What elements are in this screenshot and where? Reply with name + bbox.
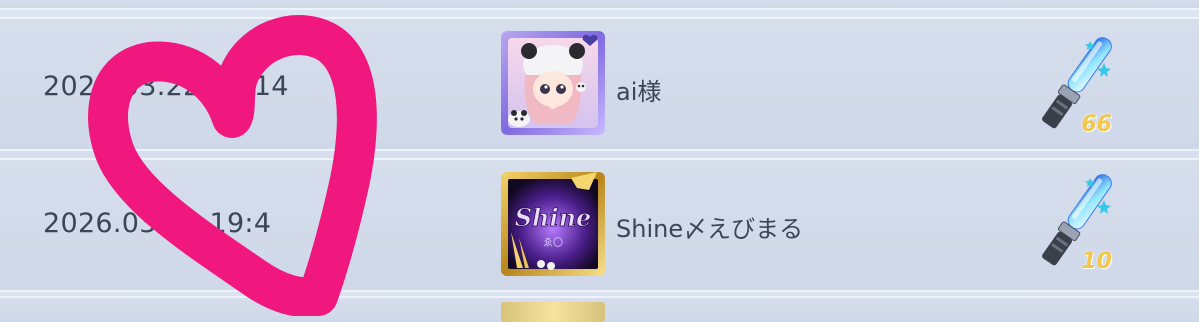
list-item-partial[interactable] <box>0 296 1199 322</box>
list-item[interactable]: 2026.03.22 19:4 Shine ゑ〇 Shine〆えびまる 10 <box>0 158 1199 292</box>
user-avatar[interactable] <box>501 31 605 135</box>
gift-count: 66 <box>1081 112 1112 137</box>
timestamp: 2026.03.22 19:4 <box>43 208 272 239</box>
svg-text:ゑ〇: ゑ〇 <box>543 237 563 249</box>
penlight-icon: 10 <box>1030 170 1120 274</box>
user-avatar[interactable]: Shine ゑ〇 <box>501 172 605 276</box>
svg-text:Shine: Shine <box>515 203 592 232</box>
gift-count: 10 <box>1081 249 1112 274</box>
list-item[interactable]: 2026.03.22 20:14 ai様 66 <box>0 17 1199 151</box>
penlight-icon: 66 <box>1030 33 1120 137</box>
username[interactable]: ai様 <box>616 72 661 107</box>
username[interactable]: Shine〆えびまる <box>616 209 803 244</box>
timestamp: 2026.03.22 20:14 <box>43 71 289 102</box>
list-row-partial-top <box>0 0 1199 10</box>
user-avatar[interactable] <box>501 302 605 322</box>
